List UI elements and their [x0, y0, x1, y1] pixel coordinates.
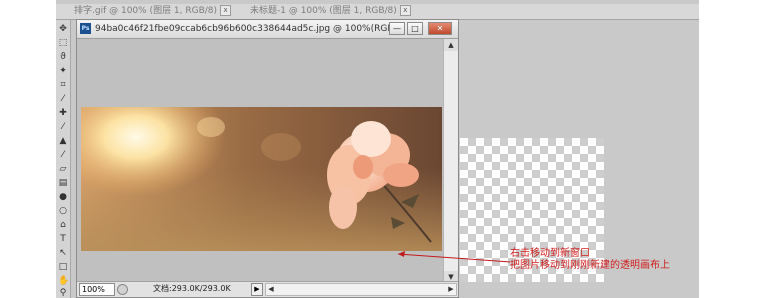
document-size-info: 文档:293.0K/293.0K — [153, 284, 231, 293]
pen-tool-icon[interactable]: ⌂ — [58, 220, 68, 230]
scroll-right-icon[interactable]: ▶ — [446, 284, 456, 295]
document-tab-bar: 排字.gif @ 100% (图层 1, RGB/8) x 未标题-1 @ 100… — [56, 4, 699, 20]
rose-photo-image — [81, 107, 442, 251]
clone-stamp-icon[interactable]: ▲ — [58, 136, 68, 146]
path-select-icon[interactable]: ↖ — [58, 248, 68, 258]
magic-wand-icon[interactable]: ✦ — [58, 66, 68, 76]
scroll-left-icon[interactable]: ◀ — [266, 284, 276, 295]
tab-label: 未标题-1 @ 100% (图层 1, RGB/8) — [250, 6, 397, 16]
document-window: Ps 94ba0c46f21fbe09ccab6cb96b600c338644a… — [76, 19, 459, 298]
minimize-button[interactable]: — — [389, 22, 405, 35]
status-menu-arrow-icon[interactable]: ▶ — [251, 283, 263, 296]
zoom-options-icon[interactable] — [117, 284, 128, 295]
move-tool-icon[interactable]: ✥ — [58, 24, 68, 34]
zoom-tool-icon[interactable]: ⚲ — [58, 288, 68, 298]
blur-tool-icon[interactable]: ● — [58, 192, 68, 202]
tab-label: 排字.gif @ 100% (图层 1, RGB/8) — [74, 6, 218, 16]
tab-paizi-gif[interactable]: 排字.gif @ 100% (图层 1, RGB/8) x — [74, 5, 244, 18]
tab-close-icon[interactable]: x — [220, 5, 232, 16]
eyedropper-icon[interactable]: ⁄ — [58, 94, 68, 104]
crop-tool-icon[interactable]: ⌗ — [58, 80, 68, 90]
status-bar: 100% 文档:293.0K/293.0K ▶ ◀ ▶ — [77, 281, 458, 297]
history-brush-icon[interactable]: ⁄ — [58, 150, 68, 160]
marquee-tool-icon[interactable]: ⬚ — [58, 38, 68, 48]
horizontal-scrollbar[interactable]: ◀ ▶ — [265, 283, 457, 296]
shape-tool-icon[interactable]: □ — [58, 262, 68, 272]
lasso-tool-icon[interactable]: ϑ — [58, 52, 68, 62]
type-tool-icon[interactable]: T — [58, 234, 68, 244]
hand-tool-icon[interactable]: ✋ — [58, 276, 69, 286]
gradient-tool-icon[interactable]: ▤ — [58, 178, 68, 188]
close-button[interactable]: ✕ — [428, 22, 452, 35]
document-title-bar[interactable]: Ps 94ba0c46f21fbe09ccab6cb96b600c338644a… — [77, 20, 458, 39]
tools-panel: ✥ ⬚ ϑ ✦ ⌗ ⁄ ✚ ⁄ ▲ ⁄ ▱ ▤ ● ○ ⌂ T ↖ □ ✋ ⚲ — [56, 20, 71, 298]
document-canvas[interactable] — [77, 39, 443, 283]
tab-close-icon[interactable]: x — [399, 5, 411, 16]
photoshop-icon: Ps — [80, 23, 91, 34]
document-title: 94ba0c46f21fbe09ccab6cb96b600c338644ad5c… — [95, 24, 414, 34]
tab-untitled-1[interactable]: 未标题-1 @ 100% (图层 1, RGB/8) x — [250, 5, 440, 18]
annotation-line-1: 右击移动到新窗口 — [510, 248, 590, 259]
brush-tool-icon[interactable]: ⁄ — [58, 122, 68, 132]
rose-photo[interactable] — [81, 107, 442, 251]
eraser-icon[interactable]: ▱ — [58, 164, 68, 174]
scroll-up-icon[interactable]: ▲ — [444, 39, 458, 51]
healing-brush-icon[interactable]: ✚ — [58, 108, 68, 118]
annotation-line-2: 把图片移动到刚刚新建的透明画布上 — [510, 260, 670, 271]
vertical-scrollbar[interactable]: ▲ ▼ — [443, 39, 458, 283]
zoom-level-field[interactable]: 100% — [79, 283, 115, 296]
restore-button[interactable]: □ — [407, 22, 423, 35]
dodge-tool-icon[interactable]: ○ — [58, 206, 68, 216]
